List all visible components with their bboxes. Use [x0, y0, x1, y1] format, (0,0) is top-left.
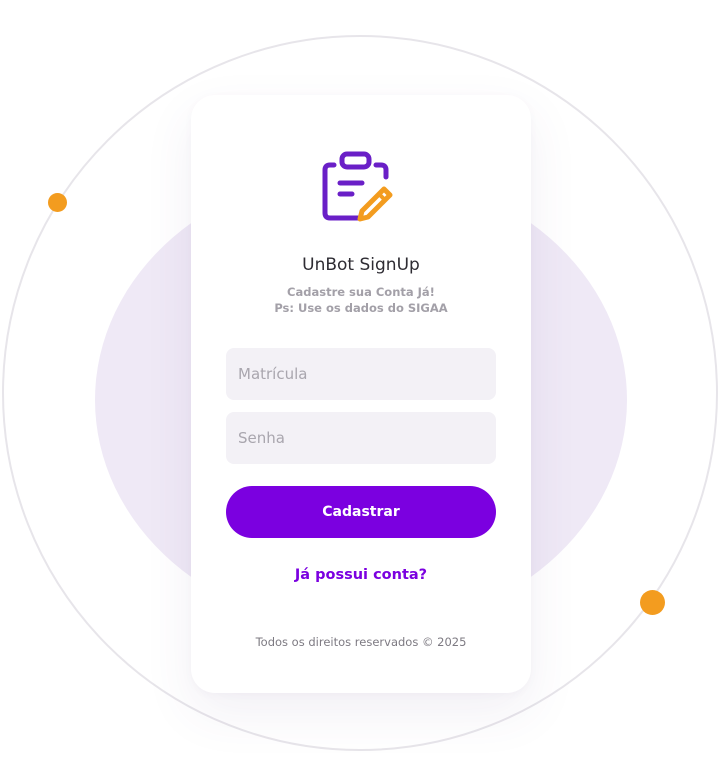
matricula-input[interactable]: [226, 348, 496, 400]
signup-submit-button[interactable]: Cadastrar: [226, 486, 496, 538]
subtitle-text: Cadastre sua Conta Já!: [287, 285, 435, 299]
signup-page: UnBot SignUp Cadastre sua Conta Já! Ps: …: [0, 0, 723, 763]
clipboard-edit-icon: [322, 151, 393, 222]
login-link[interactable]: Já possui conta?: [191, 567, 531, 583]
signup-card: UnBot SignUp Cadastre sua Conta Já! Ps: …: [191, 95, 531, 693]
footer-copyright: Todos os direitos reservados © 2025: [255, 635, 467, 649]
decorative-orange-dot: [48, 193, 67, 212]
page-title: UnBot SignUp: [302, 255, 420, 275]
decorative-orange-dot: [640, 590, 665, 615]
subtitle-hint-text: Ps: Use os dados do SIGAA: [274, 301, 448, 315]
password-input[interactable]: [226, 412, 496, 464]
